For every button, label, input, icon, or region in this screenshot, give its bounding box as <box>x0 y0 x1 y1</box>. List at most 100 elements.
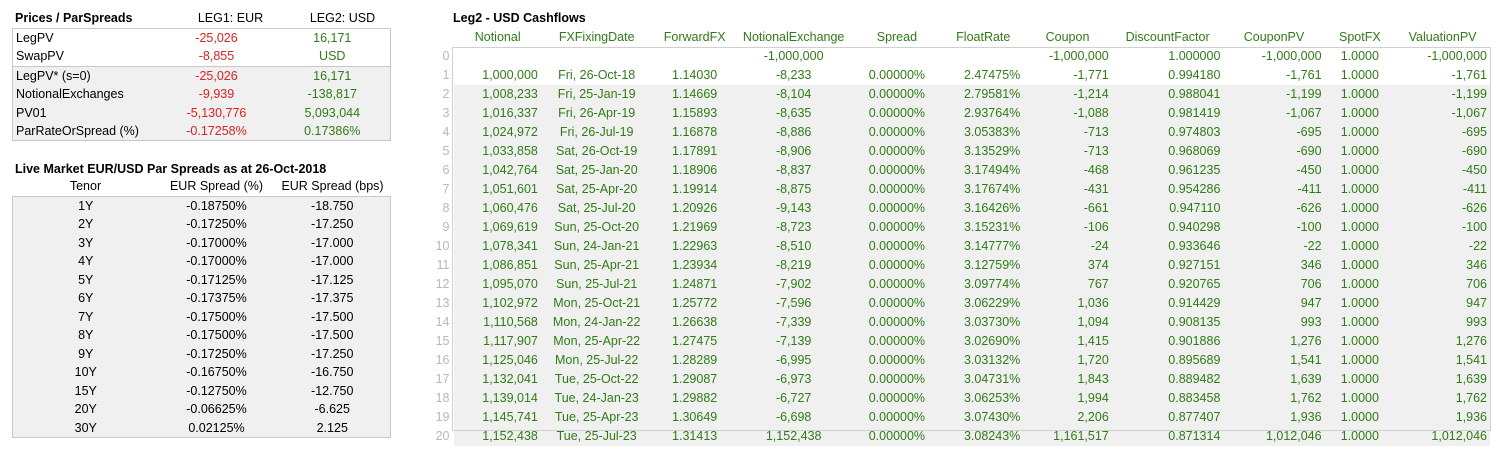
cashflow-cell[interactable]: 0.988041 <box>1111 85 1224 104</box>
cashflow-cell[interactable]: -8,886 <box>736 123 851 142</box>
cashflow-cell[interactable]: 2,206 <box>1023 408 1112 427</box>
cashflow-cell[interactable] <box>541 47 653 66</box>
cashflow-cell[interactable]: -690 <box>1395 142 1490 161</box>
tenor-cell[interactable]: 15Y <box>12 381 159 400</box>
cashflow-cell[interactable]: 0.00000% <box>850 180 944 199</box>
tenor-cell[interactable]: 6Y <box>12 289 159 308</box>
cashflow-cell[interactable]: 3.15231% <box>943 218 1024 237</box>
cashflow-cell[interactable]: 0.00000% <box>850 218 944 237</box>
cashflow-cell[interactable]: 1,051,601 <box>454 180 541 199</box>
cashflow-cell[interactable]: -8,906 <box>736 142 851 161</box>
cashflow-cell[interactable]: 2.93764% <box>943 104 1024 123</box>
cashflow-cell[interactable]: 1.14669 <box>652 85 737 104</box>
cashflow-cell[interactable]: 1.0000 <box>1324 180 1396 199</box>
eur-spread-bps-cell[interactable]: 2.125 <box>274 418 391 438</box>
cashflow-cell[interactable]: -1,000,000 <box>737 47 851 66</box>
cashflow-cell[interactable]: -1,000,000 <box>1223 47 1324 66</box>
cashflow-cell[interactable]: -1,199 <box>1395 85 1490 104</box>
cashflow-cell[interactable]: 0.901886 <box>1111 332 1224 351</box>
cashflow-cell[interactable]: -7,596 <box>736 294 851 313</box>
cashflow-cell[interactable]: 0.877407 <box>1111 408 1224 427</box>
eur-spread-pct-cell[interactable]: -0.17125% <box>158 270 275 289</box>
cashflow-cell[interactable]: Tue, 25-Apr-23 <box>540 408 653 427</box>
cashflow-col-header[interactable]: Coupon <box>1023 28 1111 47</box>
eur-spread-pct-cell[interactable]: -0.18750% <box>158 196 275 215</box>
cashflow-cell[interactable]: 0.00000% <box>850 256 944 275</box>
cashflow-cell[interactable]: 1,125,046 <box>454 351 541 370</box>
cashflow-cell[interactable]: -1,067 <box>1395 104 1490 123</box>
cashflow-cell[interactable] <box>653 47 737 66</box>
cashflow-cell[interactable]: 3.06229% <box>943 294 1024 313</box>
cashflow-cell[interactable]: 767 <box>1023 275 1112 294</box>
eur-spread-bps-cell[interactable]: -17.000 <box>274 233 391 252</box>
cashflow-cell[interactable]: 1,042,764 <box>454 161 541 180</box>
cashflow-cell[interactable]: 0.889482 <box>1111 370 1224 389</box>
leg1-value[interactable]: -8,855 <box>159 47 275 66</box>
cashflow-cell[interactable]: Tue, 25-Jul-23 <box>540 427 653 446</box>
cashflow-cell[interactable]: 1,762 <box>1395 389 1490 408</box>
cashflow-cell[interactable]: 1,152,438 <box>454 427 541 446</box>
cashflow-cell[interactable]: 1,762 <box>1223 389 1325 408</box>
eur-spread-pct-cell[interactable]: -0.17375% <box>158 289 275 308</box>
cashflow-cell[interactable]: 1,145,741 <box>454 408 541 427</box>
cashflow-col-header[interactable]: ValuationPV <box>1395 28 1490 47</box>
cashflow-cell[interactable]: 1,086,851 <box>454 256 541 275</box>
tenor-cell[interactable]: 20Y <box>12 400 159 419</box>
leg2-value[interactable]: 16,171 <box>275 29 391 48</box>
cashflow-cell[interactable]: 1.0000 <box>1324 351 1396 370</box>
cashflow-cell[interactable]: 1.0000 <box>1324 332 1396 351</box>
cashflow-cell[interactable]: 0.883458 <box>1111 389 1224 408</box>
cashflow-cell[interactable]: 0.954286 <box>1111 180 1224 199</box>
cashflow-cell[interactable]: 0.00000% <box>850 123 944 142</box>
cashflow-cell[interactable]: 1,036 <box>1023 294 1112 313</box>
cashflow-cell[interactable]: 1.0000 <box>1325 47 1396 66</box>
cashflow-cell[interactable]: 3.14777% <box>943 237 1024 256</box>
cashflow-cell[interactable]: 1,936 <box>1395 408 1490 427</box>
cashflow-cell[interactable]: 1.0000 <box>1324 370 1396 389</box>
cashflow-cell[interactable]: 3.02690% <box>943 332 1024 351</box>
cashflow-cell[interactable]: Tue, 25-Oct-22 <box>540 370 653 389</box>
leg2-value[interactable]: -138,817 <box>274 85 391 104</box>
eur-spread-pct-cell[interactable]: -0.17000% <box>158 233 275 252</box>
cashflow-cell[interactable]: 0.00000% <box>850 199 944 218</box>
cashflow-cell[interactable]: -106 <box>1023 218 1112 237</box>
cashflow-cell[interactable]: -690 <box>1223 142 1325 161</box>
cashflow-cell[interactable]: Tue, 24-Jan-23 <box>540 389 653 408</box>
cashflow-cell[interactable]: 0.940298 <box>1111 218 1224 237</box>
leg2-value[interactable]: 5,093,044 <box>274 103 391 123</box>
cashflow-cell[interactable]: 1.26638 <box>652 313 737 332</box>
leg1-value[interactable]: -25,026 <box>159 29 275 48</box>
eur-spread-bps-cell[interactable]: -17.500 <box>274 326 391 345</box>
cashflow-cell[interactable]: 1,024,972 <box>454 123 541 142</box>
cashflow-cell[interactable]: -1,761 <box>1223 66 1324 85</box>
leg1-value[interactable]: -25,026 <box>158 65 275 86</box>
prices-row-label[interactable]: NotionalExchanges <box>12 85 159 104</box>
cashflow-cell[interactable]: -8,104 <box>736 85 851 104</box>
eur-spread-pct-cell[interactable]: -0.06625% <box>158 400 275 419</box>
cashflow-col-header[interactable]: FloatRate <box>943 28 1023 47</box>
cashflow-cell[interactable]: 0.947110 <box>1111 199 1224 218</box>
cashflow-cell[interactable]: 1,415 <box>1023 332 1112 351</box>
cashflow-cell[interactable]: -1,199 <box>1223 85 1325 104</box>
cashflow-col-header[interactable]: SpotFX <box>1325 28 1396 47</box>
tenor-cell[interactable]: 3Y <box>12 233 159 252</box>
cashflow-cell[interactable]: 947 <box>1223 294 1325 313</box>
cashflow-cell[interactable]: -626 <box>1395 199 1490 218</box>
cashflow-cell[interactable]: 346 <box>1395 256 1490 275</box>
cashflow-cell[interactable]: -6,973 <box>736 370 851 389</box>
cashflow-cell[interactable]: -8,510 <box>736 237 851 256</box>
cashflow-cell[interactable]: 1,016,337 <box>454 104 541 123</box>
cashflow-cell[interactable]: 1.28289 <box>652 351 737 370</box>
cashflow-cell[interactable]: -100 <box>1223 218 1325 237</box>
cashflow-cell[interactable]: 1,276 <box>1223 332 1325 351</box>
cashflow-cell[interactable]: -450 <box>1395 161 1490 180</box>
eur-spread-bps-cell[interactable]: -17.000 <box>274 252 391 271</box>
eur-spread-pct-cell[interactable]: -0.12750% <box>158 381 275 400</box>
cashflow-cell[interactable]: 1.31413 <box>652 427 737 446</box>
cashflow-cell[interactable]: 2.79581% <box>943 85 1024 104</box>
cashflow-cell[interactable]: 2.47475% <box>943 66 1023 85</box>
cashflow-cell[interactable]: 0.00000% <box>850 142 944 161</box>
prices-row-label[interactable]: LegPV <box>13 29 159 48</box>
cashflow-cell[interactable]: -626 <box>1223 199 1325 218</box>
tenor-cell[interactable]: 10Y <box>12 363 159 382</box>
